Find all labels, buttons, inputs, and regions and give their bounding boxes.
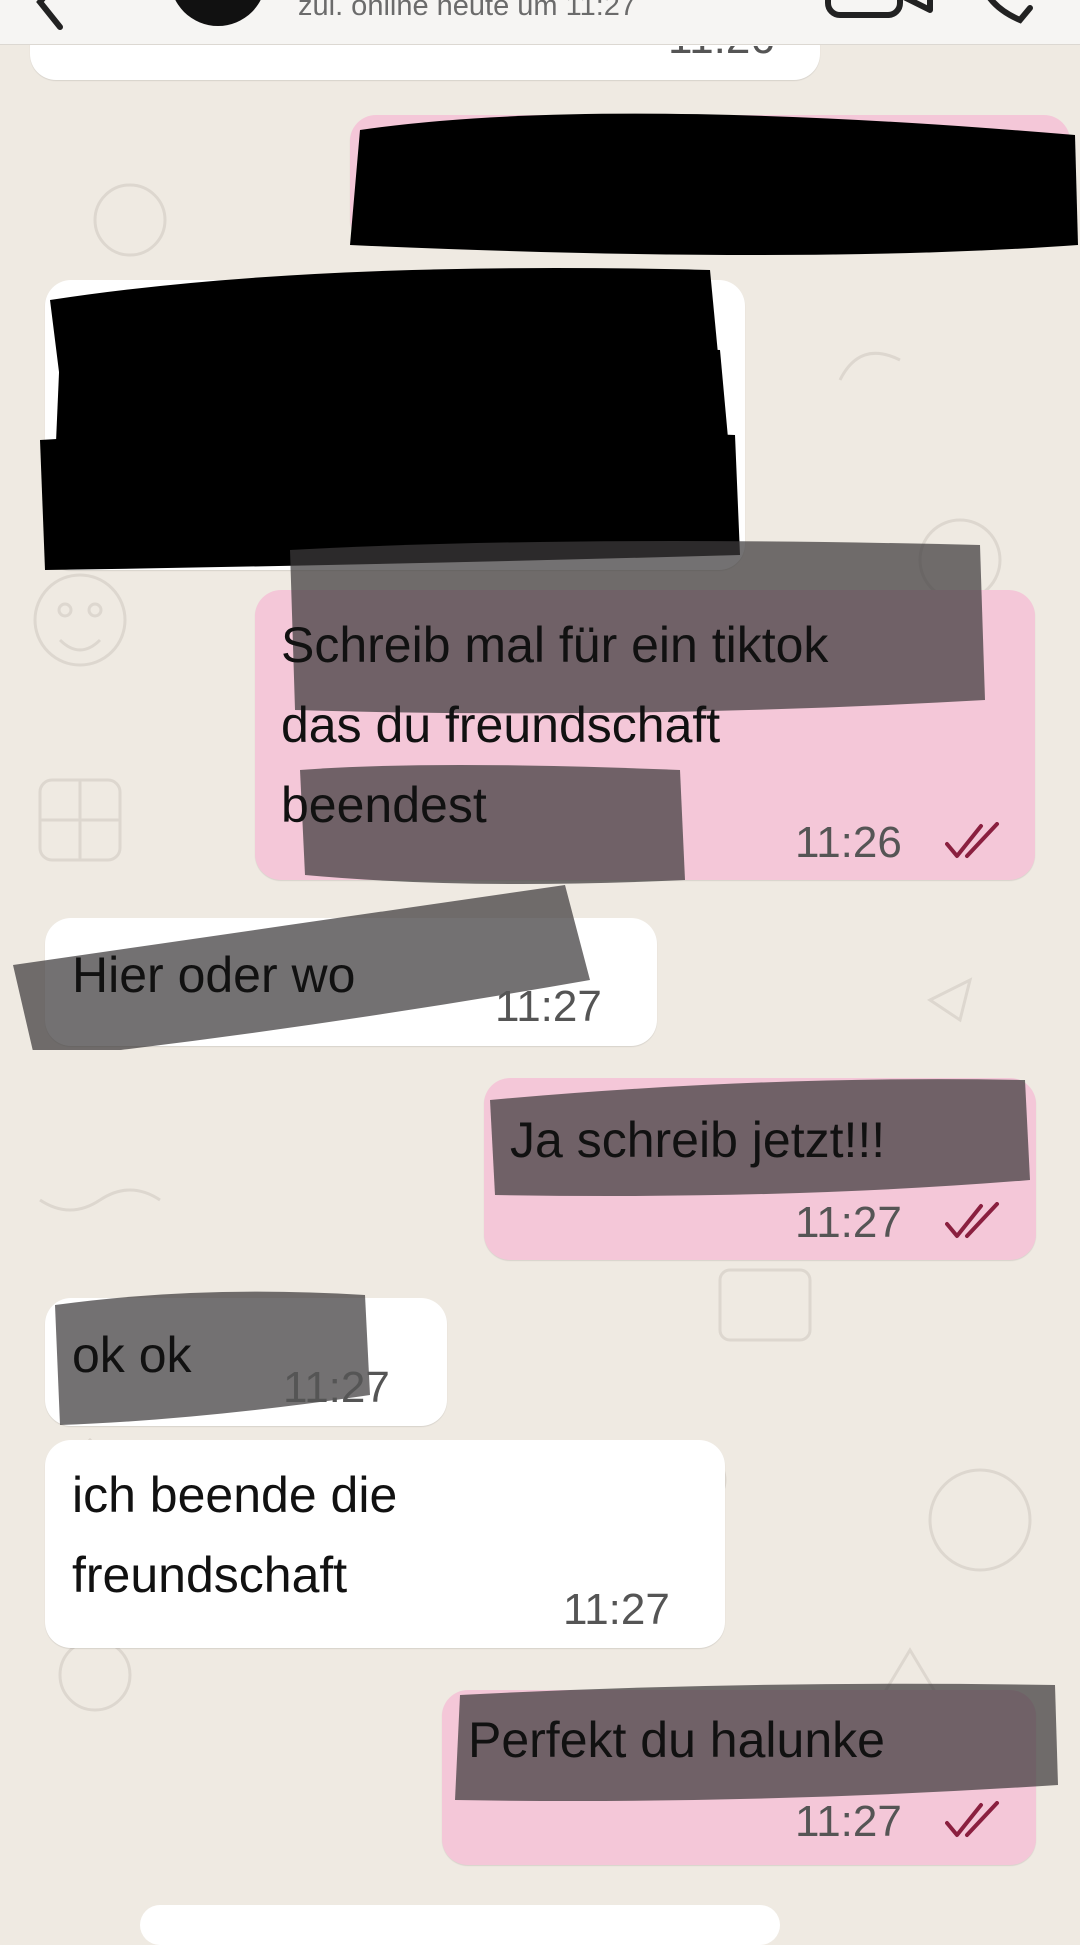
last-seen-status: zul. online heute um 11:27	[298, 0, 637, 22]
message-time: 11:26	[795, 818, 902, 867]
message-time: 11:27	[563, 1585, 670, 1634]
back-arrow-icon[interactable]	[30, 0, 70, 32]
message-text: ok ok	[72, 1327, 192, 1383]
message-text: ich beende die freundschaft	[72, 1467, 398, 1603]
message-time: 11:27	[795, 1797, 902, 1846]
read-receipt-icon	[945, 1202, 999, 1238]
read-receipt-icon	[945, 1801, 999, 1837]
message-time: 11:27	[795, 1198, 902, 1247]
message-text: Hier oder wo	[72, 947, 356, 1003]
read-receipt-icon	[945, 822, 999, 858]
message-text: Schreib mal für ein tiktok das du freund…	[281, 617, 829, 833]
message-time: 11:27	[495, 982, 602, 1031]
contact-avatar[interactable]	[170, 0, 266, 26]
message-input[interactable]	[140, 1905, 780, 1945]
chat-header: zul. online heute um 11:27	[0, 0, 1080, 45]
message-text: Perfekt du halunke	[468, 1712, 885, 1768]
message-text: Ja schreib jetzt!!!	[510, 1112, 886, 1168]
video-call-icon[interactable]	[825, 0, 935, 20]
phone-call-icon[interactable]	[970, 0, 1040, 30]
message-time: 11:27	[283, 1363, 390, 1412]
